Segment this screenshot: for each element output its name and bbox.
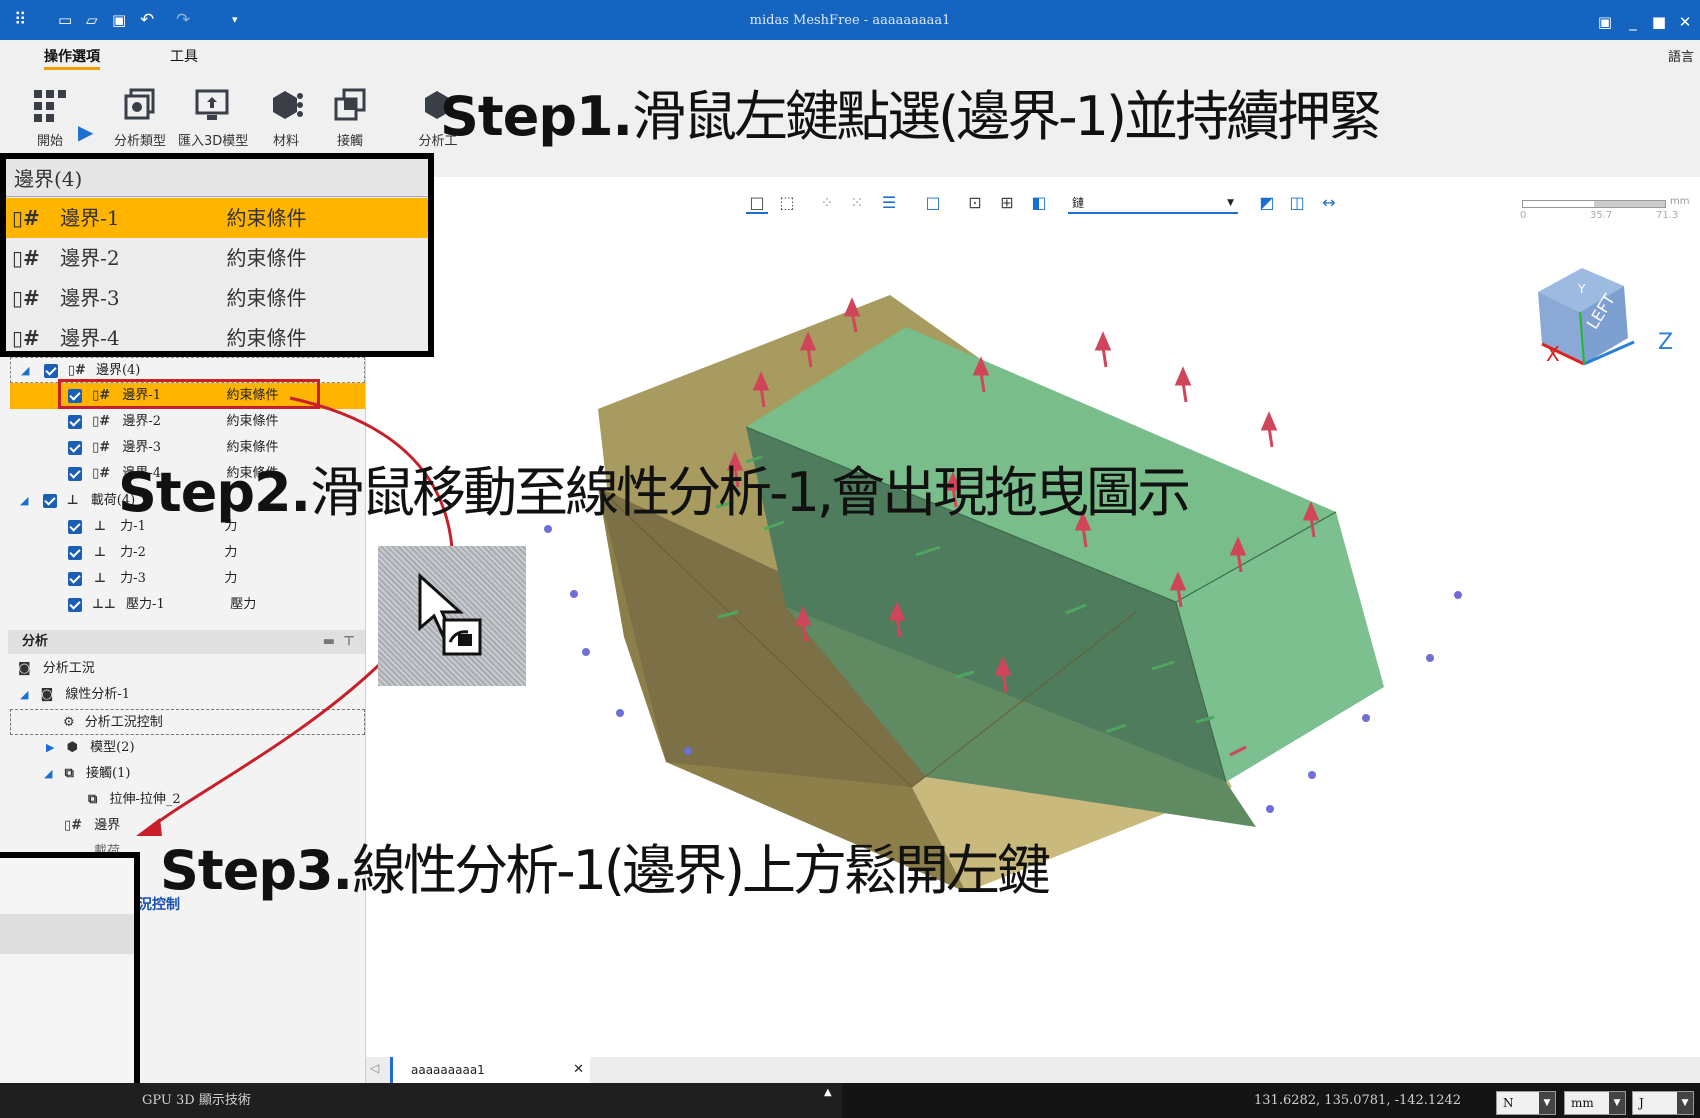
step3-prefix: Step3. xyxy=(160,839,353,902)
step3-text: 線性分析-1(邊界)上方鬆開左鍵 xyxy=(352,839,1051,902)
chevron-down-icon: ▼ xyxy=(1609,1092,1625,1114)
status-expand-icon[interactable]: ▲ xyxy=(824,1087,832,1098)
zoom-row-name: 邊界-2 xyxy=(60,246,120,270)
zoom-row-name: 邊界-1 xyxy=(60,206,120,230)
status-bar: GPU 3D 顯示技術 ▲ 131.6282, 135.0781, -142.1… xyxy=(0,1083,1700,1118)
coordinate-readout: 131.6282, 135.0781, -142.1242 xyxy=(1254,1093,1462,1108)
zoom-row-type: 約束條件 xyxy=(226,286,307,310)
zoom-row-4[interactable]: ▯# 邊界-4 約束條件 xyxy=(6,318,428,352)
zoom-row-name: 邊界-4 xyxy=(60,326,120,350)
step2-caption: Step2.滑鼠移動至線性分析-1,會出現拖曳圖示 xyxy=(118,448,1191,527)
zoom-row-type: 約束條件 xyxy=(226,326,307,350)
document-tab-label: aaaaaaaaa1 xyxy=(411,1063,485,1077)
boundary-icon: ▯# xyxy=(12,206,40,230)
force-unit-select[interactable]: N ▼ xyxy=(1496,1091,1556,1115)
chevron-down-icon: ▼ xyxy=(1539,1092,1555,1114)
close-tab-icon[interactable]: ✕ xyxy=(573,1057,584,1083)
zoom-popup: 邊界(4) ▯# 邊界-1 約束條件 ▯# 邊界-2 約束條件 ▯# 邊界-3 … xyxy=(0,153,434,357)
zoom-row-1[interactable]: ▯# 邊界-1 約束條件 xyxy=(6,198,428,238)
step1-prefix: Step1. xyxy=(440,85,633,148)
zoom-row-name: 邊界-3 xyxy=(60,286,120,310)
gpu-status-text: GPU 3D 顯示技術 xyxy=(142,1093,251,1108)
boundary-icon: ▯# xyxy=(12,326,40,350)
document-tab[interactable]: aaaaaaaaa1 ✕ xyxy=(390,1057,590,1083)
length-unit-select[interactable]: mm ▼ xyxy=(1564,1091,1626,1115)
zoom-row-type: 約束條件 xyxy=(226,206,307,230)
document-tab-bar: ◁ aaaaaaaaa1 ✕ xyxy=(366,1057,1700,1083)
energy-unit-value: J xyxy=(1639,1096,1644,1110)
step3-caption: Step3.線性分析-1(邊界)上方鬆開左鍵 xyxy=(160,826,1051,905)
step2-text: 滑鼠移動至線性分析-1,會出現拖曳圖示 xyxy=(310,461,1191,524)
zoom-popup-header-label: 邊界(4) xyxy=(14,167,83,191)
tab-scroll-left-icon[interactable]: ◁ xyxy=(370,1061,379,1075)
zoom-row-type: 約束條件 xyxy=(226,246,307,270)
boundary-icon: ▯# xyxy=(12,246,40,270)
boundary-icon: ▯# xyxy=(12,286,40,310)
energy-unit-select[interactable]: J ▼ xyxy=(1632,1091,1694,1115)
step1-caption: Step1.滑鼠左鍵點選(邊界-1)並持續押緊 xyxy=(440,72,1382,151)
zoom-row-3[interactable]: ▯# 邊界-3 約束條件 xyxy=(6,278,428,318)
zoom-popup-header: 邊界(4) xyxy=(6,159,428,197)
zoom-row-2[interactable]: ▯# 邊界-2 約束條件 xyxy=(6,238,428,278)
length-unit-value: mm xyxy=(1571,1096,1594,1110)
drag-cursor-icon xyxy=(418,572,482,656)
chevron-down-icon: ▼ xyxy=(1677,1092,1693,1114)
step2-prefix: Step2. xyxy=(118,461,311,524)
step1-text: 滑鼠左鍵點選(邊界-1)並持續押緊 xyxy=(632,85,1382,148)
force-unit-value: N xyxy=(1503,1096,1514,1110)
drag-cursor-zoom xyxy=(378,546,526,686)
